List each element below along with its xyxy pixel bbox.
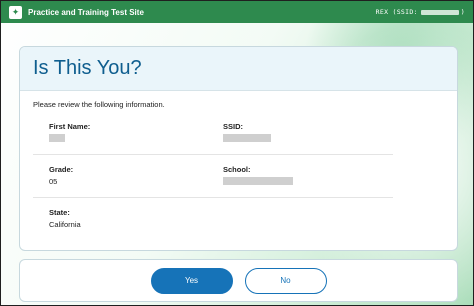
grade-label: Grade: — [49, 165, 74, 174]
ssid-label: SSID: — [223, 122, 244, 131]
intro-text: Please review the following information. — [33, 100, 165, 109]
school-redacted — [223, 177, 293, 185]
page-title: Is This You? — [33, 57, 142, 79]
field-row: State: California — [33, 198, 393, 241]
ssid-redacted — [223, 134, 271, 142]
user-suffix: ) — [460, 8, 465, 16]
site-title: Practice and Training Test Site — [28, 7, 144, 17]
grade-field: Grade: 05 — [33, 165, 207, 197]
action-footer: Yes No — [19, 259, 458, 302]
yes-button[interactable]: Yes — [150, 267, 233, 294]
first-name-field: First Name: — [33, 122, 207, 154]
first-name-value — [49, 134, 207, 144]
user-label: REX (SSID: — [375, 8, 418, 16]
school-label: School: — [223, 165, 251, 174]
card-header: Is This You? — [20, 47, 457, 91]
field-row: Grade: 05 School: — [33, 155, 393, 198]
field-row: First Name: SSID: — [33, 112, 393, 155]
student-info: First Name: SSID: Grade: 05 School: Stat… — [33, 112, 393, 241]
no-button[interactable]: No — [244, 267, 327, 294]
grade-value: 05 — [49, 177, 58, 186]
school-value — [223, 177, 381, 187]
state-label: State: — [49, 208, 70, 217]
ssid-field: SSID: — [207, 122, 381, 154]
top-bar: ✦ Practice and Training Test Site REX (S… — [1, 1, 473, 23]
state-value: California — [49, 220, 81, 229]
first-name-redacted — [49, 134, 65, 142]
user-info: REX (SSID: ) — [376, 8, 465, 16]
state-field: State: California — [33, 208, 207, 241]
ssid-redacted — [420, 9, 459, 15]
ssid-value — [223, 134, 381, 144]
app-window: ✦ Practice and Training Test Site REX (S… — [0, 0, 474, 306]
first-name-label: First Name: — [49, 122, 91, 131]
leaf-logo-icon: ✦ — [9, 5, 22, 19]
school-field: School: — [207, 165, 381, 197]
confirmation-card: Is This You? Please review the following… — [19, 46, 458, 251]
